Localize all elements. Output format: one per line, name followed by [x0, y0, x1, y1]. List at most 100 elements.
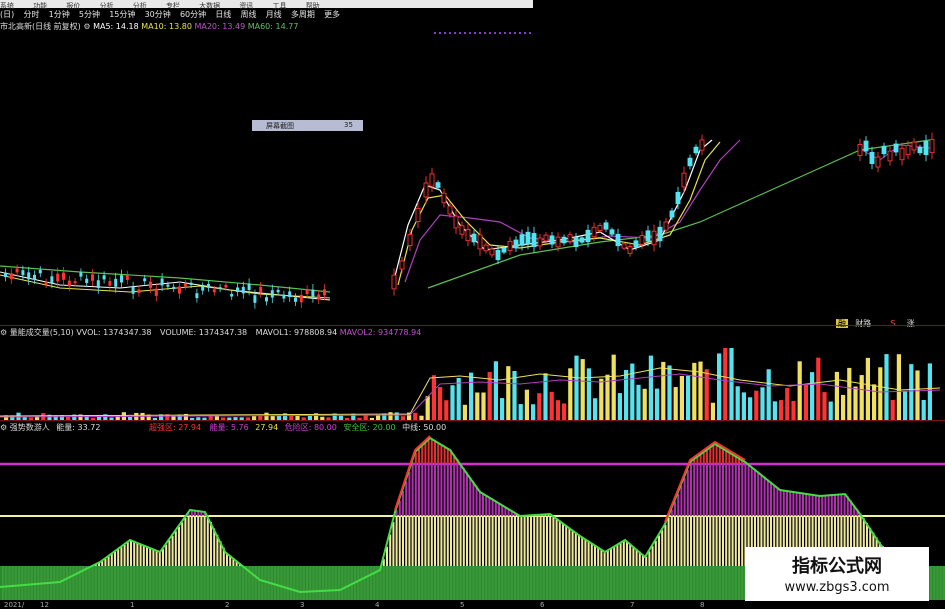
volume-bar	[580, 359, 585, 420]
date-label: 7	[630, 601, 635, 609]
indicator-bar	[424, 443, 427, 464]
indicator-bar	[699, 464, 702, 516]
indicator-bar	[475, 485, 478, 516]
badge-s[interactable]: S	[890, 319, 895, 328]
candle	[265, 297, 268, 302]
safe-bar	[184, 566, 187, 600]
indicator-bar	[411, 516, 414, 566]
indicator-settings-icon[interactable]: ⚙	[0, 423, 7, 432]
safe-bar	[392, 566, 395, 600]
volume-bar	[394, 412, 399, 420]
safe-bar	[613, 566, 616, 600]
safe-bar	[117, 566, 120, 600]
indicator-bar	[811, 494, 814, 516]
volume-bar	[772, 401, 777, 420]
indicator-bar	[472, 516, 475, 566]
candle	[415, 207, 421, 223]
safe-bar	[14, 566, 17, 600]
safe-bar	[517, 566, 520, 600]
safe-bar	[642, 566, 644, 600]
volume-bar	[500, 398, 505, 420]
indicator-bar	[155, 550, 158, 566]
indicator-bar	[706, 464, 708, 516]
indicator-bar	[782, 490, 785, 516]
volume-bar	[741, 392, 746, 420]
volume-bar	[872, 384, 877, 420]
safe-bar	[498, 566, 500, 600]
badge-zhang[interactable]: 涨	[907, 319, 915, 328]
indicator-bar	[190, 516, 193, 566]
volume-settings-icon[interactable]: ⚙	[0, 328, 7, 337]
volume-header: ⚙ 量能成交量(5,10) VVOL: 1374347.38 VOLUME: 1…	[0, 327, 421, 338]
safe-bar	[331, 566, 334, 600]
candle	[253, 295, 257, 303]
volume-chart[interactable]	[0, 338, 945, 420]
safe-bar	[242, 566, 244, 600]
indicator-bar	[443, 516, 446, 566]
volume-bar	[673, 387, 678, 420]
safe-bar	[85, 566, 88, 600]
indicator-bar	[802, 493, 804, 516]
indicator-bar	[718, 464, 721, 516]
indicator-bar	[805, 493, 808, 516]
candle	[627, 246, 633, 254]
candle	[56, 273, 60, 282]
indicator-bar	[712, 445, 715, 464]
safe-bar	[328, 566, 331, 600]
indicator-bar	[443, 464, 446, 516]
safe-bar	[158, 566, 161, 600]
safe-bar	[450, 566, 452, 600]
safe-bar	[130, 566, 132, 600]
candle	[681, 172, 687, 188]
safe-bar	[142, 566, 145, 600]
volume-bar	[431, 375, 436, 420]
candle	[166, 284, 170, 287]
indicator-bar	[530, 516, 532, 566]
candle	[621, 243, 627, 249]
indicator-bar	[488, 497, 491, 516]
safe-bar	[606, 566, 609, 600]
candle	[465, 228, 471, 242]
indicator-bar	[581, 536, 584, 566]
indicator-bar	[709, 448, 712, 464]
indicator-bar	[523, 516, 526, 566]
safe-bar	[197, 566, 200, 600]
badge-rong[interactable]: 融	[836, 319, 848, 328]
indicator-bar	[536, 516, 539, 566]
indicator-bar	[648, 551, 651, 566]
safe-bar	[261, 566, 264, 600]
volume-bar	[524, 389, 529, 420]
indicator-bar	[414, 464, 417, 516]
safe-bar	[5, 566, 8, 600]
safe-bar	[501, 566, 504, 600]
indicator-bar	[117, 549, 120, 566]
indicator-bar	[427, 440, 430, 464]
safe-bar	[338, 566, 340, 600]
volume-bar	[413, 412, 418, 420]
safe-bar	[344, 566, 347, 600]
safe-bar	[466, 566, 468, 600]
safe-bar	[318, 566, 321, 600]
badge-cailu[interactable]: 财路	[855, 319, 871, 328]
indicator-bar	[517, 516, 520, 566]
candle	[651, 230, 657, 246]
candle	[282, 294, 286, 299]
safe-bar	[491, 566, 494, 600]
indicator-bar	[427, 516, 430, 566]
indicator-bar	[725, 516, 728, 566]
candle	[230, 293, 234, 297]
candle	[567, 234, 573, 242]
volume-bar	[698, 361, 703, 420]
candle	[477, 234, 483, 250]
safe-bar	[110, 566, 113, 600]
candle	[317, 294, 321, 300]
safe-bar	[341, 566, 344, 600]
candlestick-chart[interactable]	[0, 0, 945, 325]
date-axis: 2021/ 12 1 2 3 4 5 6 7 8	[0, 601, 945, 609]
safe-bar	[277, 566, 280, 600]
candle	[108, 281, 112, 286]
indicator-bar	[414, 516, 417, 566]
safe-bar	[264, 566, 267, 600]
indicator-bar	[619, 543, 622, 566]
indicator-bar	[843, 494, 846, 516]
